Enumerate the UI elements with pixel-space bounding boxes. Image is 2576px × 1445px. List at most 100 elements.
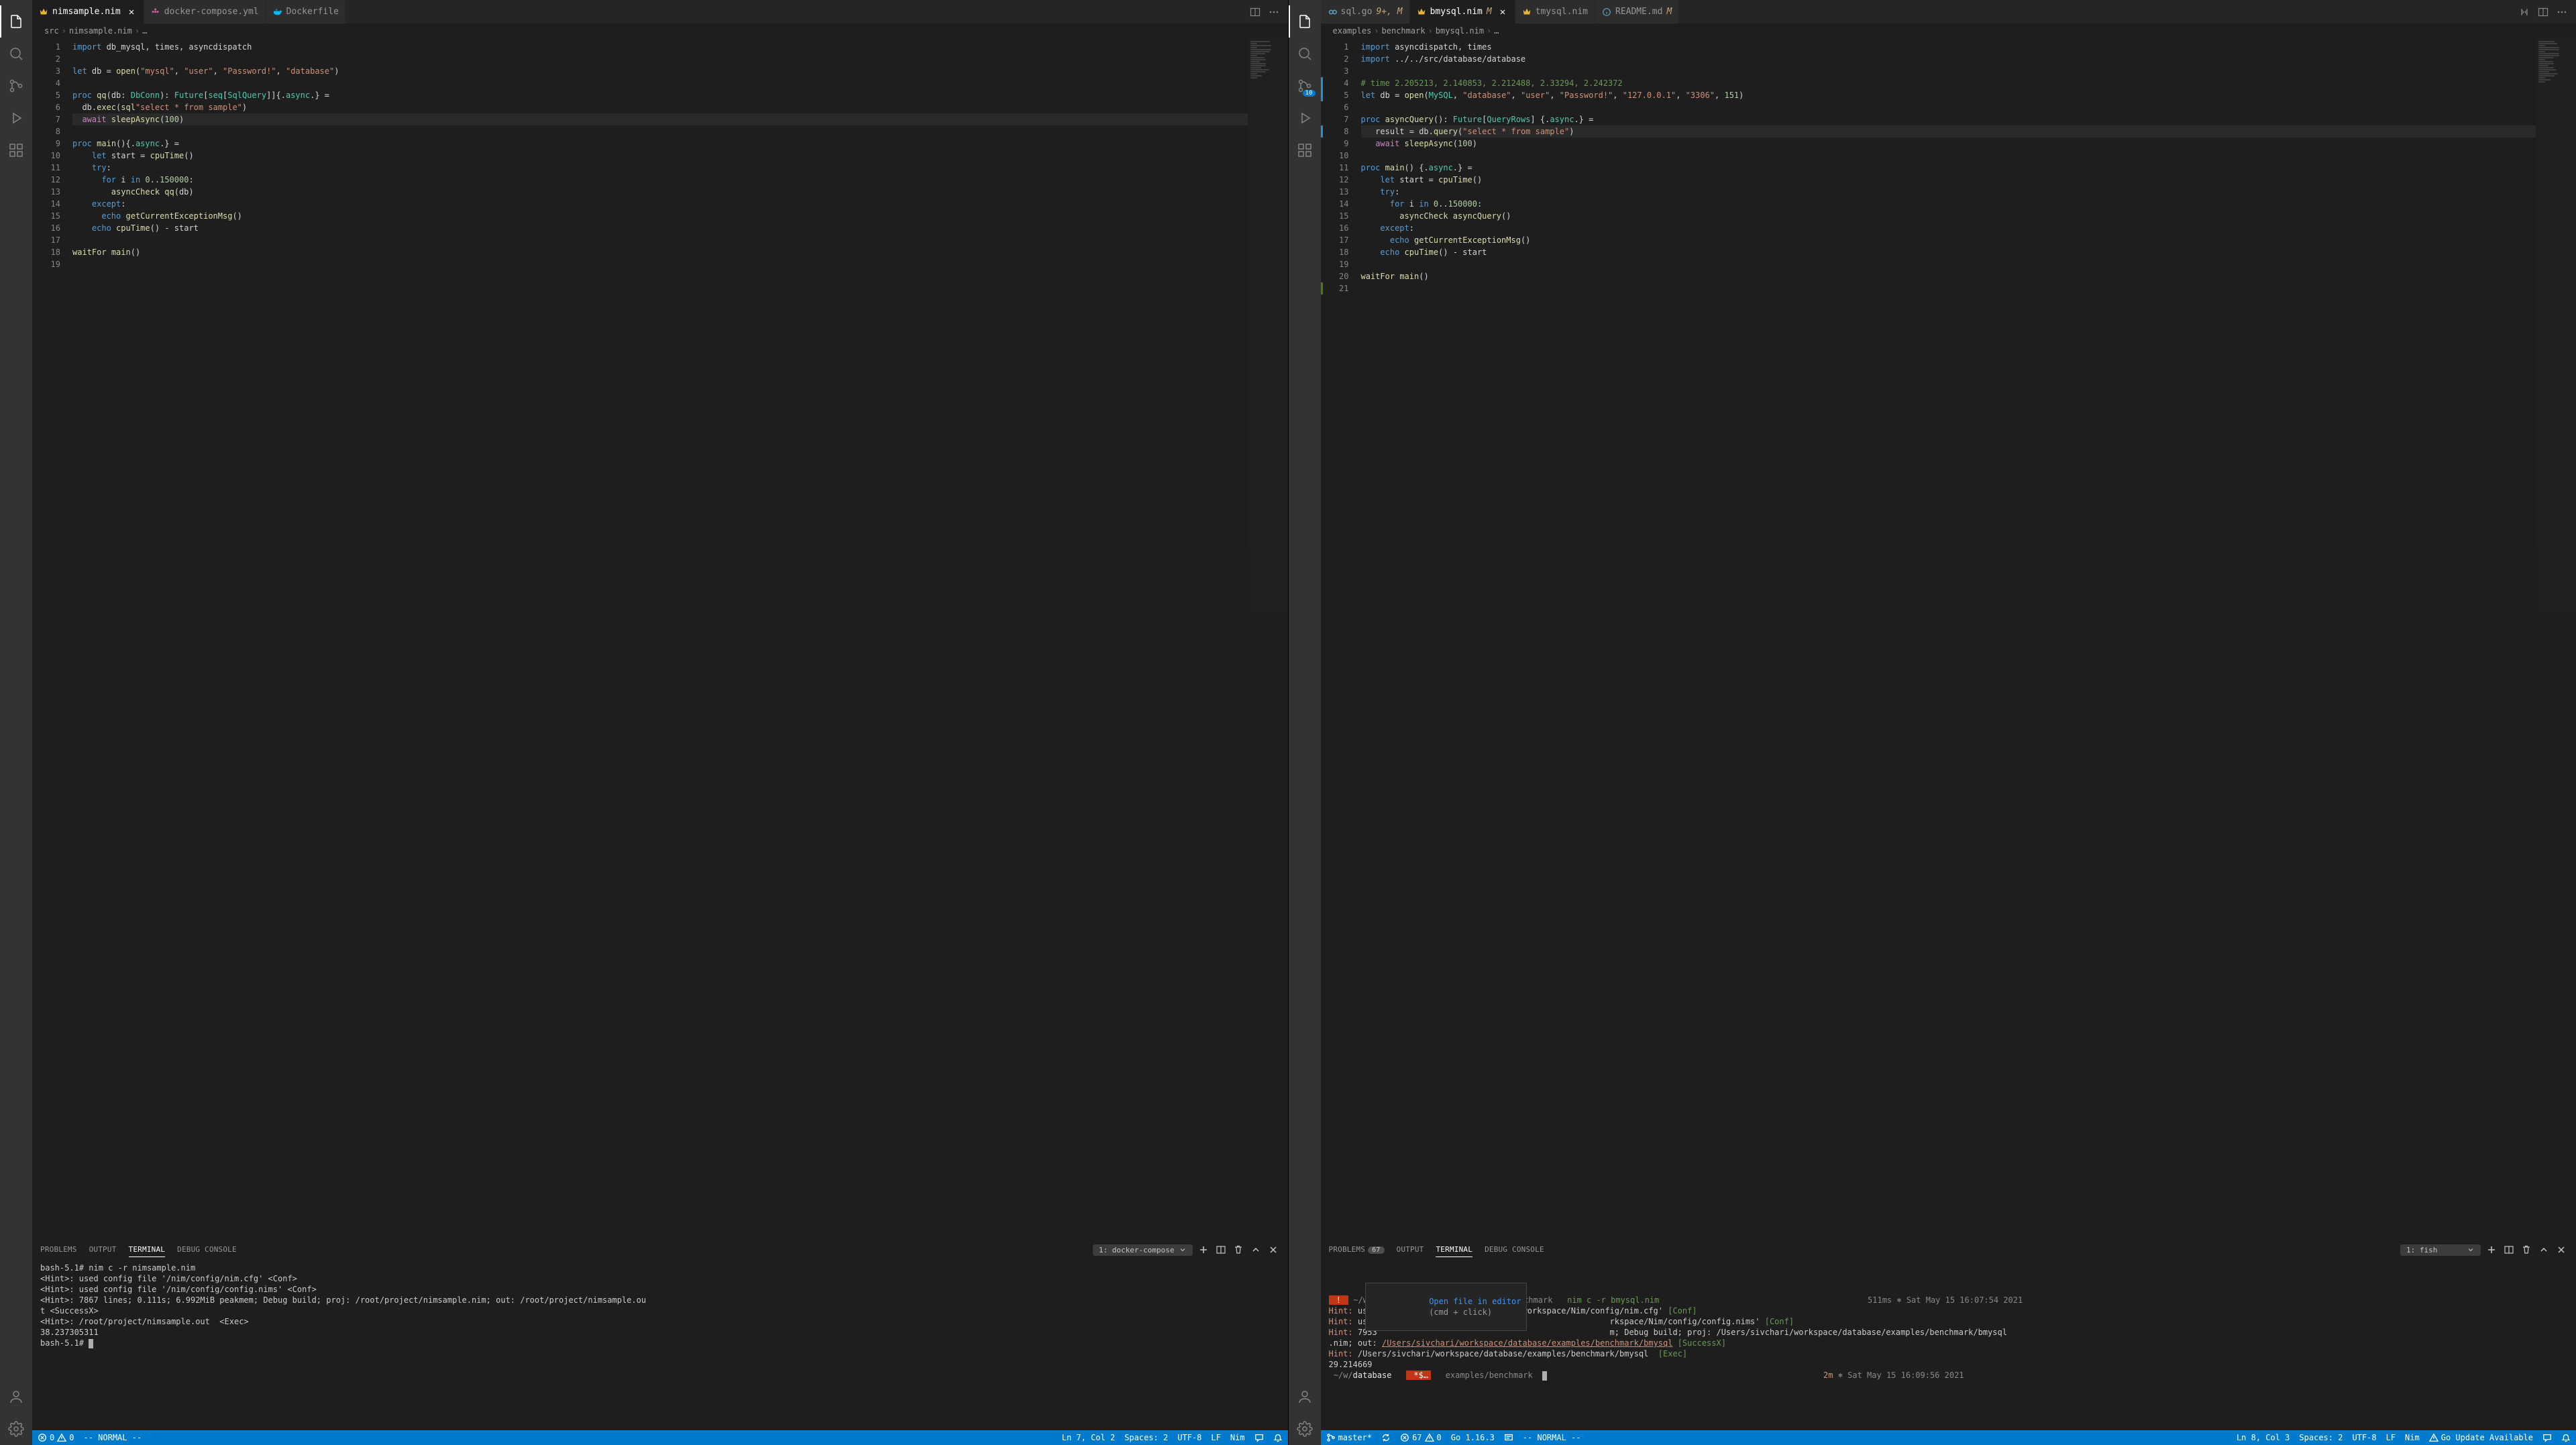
status-go-update[interactable]: Go Update Available <box>2429 1433 2533 1442</box>
panel-tab[interactable]: TERMINAL <box>129 1242 166 1257</box>
panel-tab[interactable]: DEBUG CONSOLE <box>177 1242 237 1257</box>
tab[interactable]: nimsample.nim <box>32 0 144 23</box>
tab[interactable]: bmysql.nim M <box>1410 0 1515 23</box>
terminal-output[interactable]: bash-5.1# nim c -r nimsample.nim<Hint>: … <box>32 1260 1288 1430</box>
split-editor-icon[interactable] <box>1248 5 1263 19</box>
status-lncol[interactable]: Ln 8, Col 3 <box>2237 1433 2290 1442</box>
settings-gear-icon[interactable] <box>0 1413 32 1445</box>
panel-tab[interactable]: TERMINAL <box>1436 1242 1472 1257</box>
more-actions-icon[interactable] <box>2555 5 2569 19</box>
close-panel-icon[interactable] <box>2555 1243 2568 1256</box>
search-icon[interactable] <box>0 38 32 70</box>
source-control-icon[interactable] <box>0 70 32 102</box>
panel-tab[interactable]: OUTPUT <box>89 1242 117 1257</box>
compare-changes-icon[interactable] <box>2517 5 2532 19</box>
terminal-select-label: 1: fish <box>2406 1246 2437 1254</box>
new-terminal-icon[interactable] <box>1197 1243 1210 1256</box>
chevron-right-icon: › <box>135 26 140 36</box>
status-encoding[interactable]: UTF-8 <box>1177 1433 1201 1442</box>
maximize-panel-icon[interactable] <box>2537 1243 2551 1256</box>
panel-tab[interactable]: PROBLEMS67 <box>1329 1242 1385 1257</box>
editor-gutter: 12345678910111213141516171819 <box>32 38 72 1239</box>
tab-label: tmysql.nim <box>1536 7 1588 17</box>
more-actions-icon[interactable] <box>1267 5 1281 19</box>
tab-label: bmysql.nim <box>1430 7 1483 17</box>
account-icon[interactable] <box>0 1381 32 1413</box>
breadcrumb-item[interactable]: benchmark <box>1382 26 1426 36</box>
kill-terminal-icon[interactable] <box>1232 1243 1245 1256</box>
status-bell-icon[interactable] <box>2561 1433 2571 1442</box>
search-icon[interactable] <box>1289 38 1321 70</box>
status-vim-mode: -- NORMAL -- <box>1523 1433 1581 1442</box>
explorer-icon[interactable] <box>1289 5 1321 38</box>
status-language[interactable]: Nim <box>2405 1433 2420 1442</box>
status-spaces[interactable]: Spaces: 2 <box>1124 1433 1168 1442</box>
extensions-icon[interactable] <box>1289 134 1321 166</box>
status-spaces[interactable]: Spaces: 2 <box>2299 1433 2343 1442</box>
status-branch[interactable]: master* <box>1326 1433 1373 1442</box>
editor-gutter: 123456789101112131415161718192021 <box>1321 38 1361 1239</box>
activity-bar-left <box>0 0 32 1445</box>
settings-gear-icon[interactable] <box>1289 1413 1321 1445</box>
file-icon <box>151 7 160 17</box>
status-problems[interactable]: 67 0 <box>1400 1433 1442 1442</box>
chevron-right-icon: › <box>62 26 66 36</box>
split-terminal-icon[interactable] <box>2502 1243 2516 1256</box>
tab[interactable]: sql.go 9+, M <box>1321 0 1410 23</box>
tab-label: Dockerfile <box>286 7 339 17</box>
minimap[interactable] <box>1248 38 1288 1239</box>
problems-badge: 67 <box>1368 1246 1384 1254</box>
status-encoding[interactable]: UTF-8 <box>2352 1433 2376 1442</box>
account-icon[interactable] <box>1289 1381 1321 1413</box>
status-lncol[interactable]: Ln 7, Col 2 <box>1062 1433 1115 1442</box>
breadcrumbs-right[interactable]: examples›benchmark›bmysql.nim›… <box>1321 23 2576 38</box>
close-tab-icon[interactable] <box>126 7 137 17</box>
maximize-panel-icon[interactable] <box>1249 1243 1263 1256</box>
panel-tab[interactable]: DEBUG CONSOLE <box>1485 1242 1544 1257</box>
breadcrumb-item[interactable]: … <box>142 26 147 36</box>
panel-tab[interactable]: OUTPUT <box>1397 1242 1424 1257</box>
panel-tab[interactable]: PROBLEMS <box>40 1242 77 1257</box>
minimap[interactable] <box>2536 38 2576 1239</box>
extensions-icon[interactable] <box>0 134 32 166</box>
status-problems[interactable]: 0 0 <box>38 1433 74 1442</box>
terminal-select[interactable]: 1: docker-compose <box>1093 1244 1193 1256</box>
chevron-right-icon: › <box>1428 26 1433 36</box>
split-editor-icon[interactable] <box>2536 5 2551 19</box>
breadcrumbs-left[interactable]: src›nimsample.nim›… <box>32 23 1288 38</box>
breadcrumb-item[interactable]: src <box>44 26 59 36</box>
status-feedback-icon[interactable] <box>1254 1433 1264 1442</box>
breadcrumb-item[interactable]: nimsample.nim <box>69 26 132 36</box>
terminal-output[interactable]: Open file in editor (cmd + click) ! ~/w/… <box>1321 1260 2576 1430</box>
run-debug-icon[interactable] <box>1289 102 1321 134</box>
source-control-icon[interactable]: 10 <box>1289 70 1321 102</box>
status-feedback-icon[interactable] <box>2542 1433 2552 1442</box>
tab[interactable]: README.md M <box>1595 0 1679 23</box>
status-sync-icon[interactable] <box>1381 1433 1391 1442</box>
new-terminal-icon[interactable] <box>2485 1243 2498 1256</box>
status-go-analysis-icon[interactable] <box>1504 1433 1513 1442</box>
breadcrumb-item[interactable]: examples <box>1333 26 1372 36</box>
status-language[interactable]: Nim <box>1230 1433 1245 1442</box>
breadcrumb-item[interactable]: bmysql.nim <box>1436 26 1484 36</box>
kill-terminal-icon[interactable] <box>2520 1243 2533 1256</box>
breadcrumb-item[interactable]: … <box>1494 26 1499 36</box>
status-go-version[interactable]: Go 1.16.3 <box>1451 1433 1495 1442</box>
tabs-bar-right: sql.go 9+, Mbmysql.nim M tmysql.nim README… <box>1321 0 2576 23</box>
status-eol[interactable]: LF <box>2386 1433 2396 1442</box>
status-bar-left: 0 0 -- NORMAL -- Ln 7, Col 2 Spaces: 2 U… <box>32 1430 1288 1445</box>
tab[interactable]: tmysql.nim <box>1515 0 1595 23</box>
code-editor[interactable]: import db_mysql, times, asyncdispatchlet… <box>72 38 1248 1239</box>
tab-label: README.md <box>1615 7 1662 17</box>
tab[interactable]: docker-compose.yml <box>144 0 266 23</box>
status-eol[interactable]: LF <box>1211 1433 1220 1442</box>
split-terminal-icon[interactable] <box>1214 1243 1228 1256</box>
status-bell-icon[interactable] <box>1273 1433 1283 1442</box>
run-debug-icon[interactable] <box>0 102 32 134</box>
code-editor[interactable]: import asyncdispatch, timesimport ../../… <box>1361 38 2536 1239</box>
terminal-select[interactable]: 1: fish <box>2400 1244 2481 1256</box>
explorer-icon[interactable] <box>0 5 32 38</box>
close-panel-icon[interactable] <box>1267 1243 1280 1256</box>
close-tab-icon[interactable] <box>1497 7 1508 17</box>
tab[interactable]: Dockerfile <box>266 0 346 23</box>
